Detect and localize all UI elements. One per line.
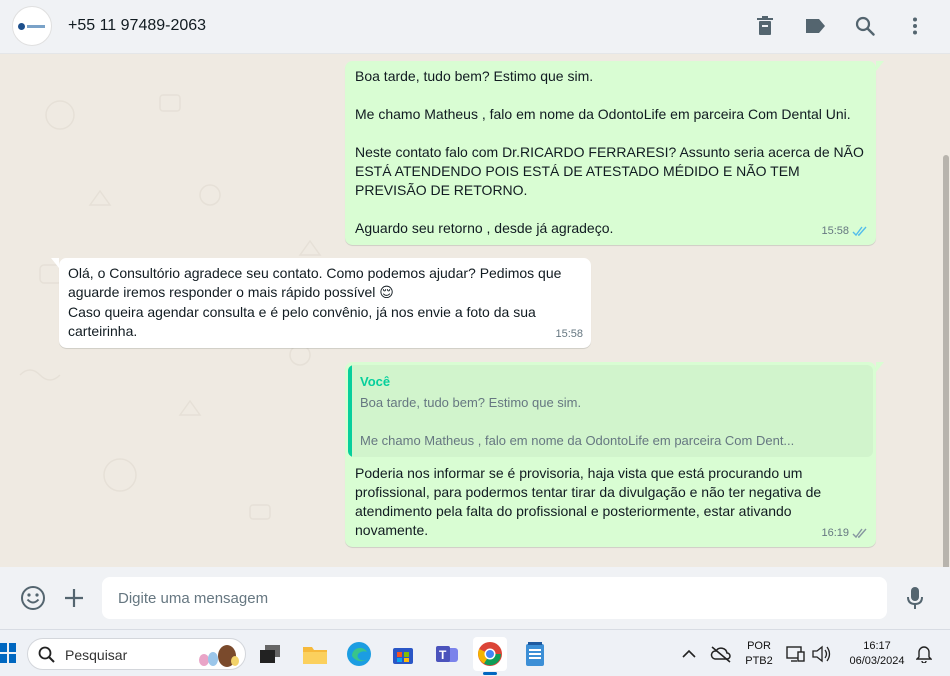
compose-bar — [0, 567, 950, 629]
search-icon[interactable] — [853, 14, 877, 38]
quote-accent-bar — [348, 365, 352, 457]
active-app-indicator — [483, 672, 497, 675]
quote-text: Boa tarde, tudo bem? Estimo que sim. Me … — [360, 395, 795, 448]
edge-browser-icon[interactable] — [342, 637, 376, 671]
message-input[interactable] — [102, 577, 887, 619]
cloud-offline-icon[interactable] — [708, 637, 734, 671]
double-check-delivered-icon — [852, 528, 868, 539]
message-meta: 15:58 — [555, 325, 583, 344]
contact-avatar[interactable] — [12, 6, 52, 46]
quoted-message[interactable]: Você Boa tarde, tudo bem? Estimo que sim… — [348, 365, 873, 457]
notepad-icon[interactable] — [518, 637, 552, 671]
notification-bell-icon[interactable] — [913, 637, 935, 671]
message-meta: 16:19 — [821, 524, 868, 543]
chat-header: +55 11 97489-2063 — [0, 0, 950, 54]
attach-plus-icon[interactable] — [60, 584, 88, 612]
system-clock[interactable]: 16:17 06/03/2024 — [842, 640, 912, 667]
double-check-read-icon — [852, 226, 868, 237]
easter-eggs-icon — [199, 645, 239, 667]
volume-icon[interactable] — [809, 637, 833, 671]
delete-icon[interactable] — [753, 14, 777, 38]
chat-area[interactable]: Boa tarde, tudo bem? Estimo que sim. Me … — [0, 55, 950, 567]
message-bubble-incoming[interactable]: Olá, o Consultório agradece seu contato.… — [51, 258, 591, 348]
message-meta: 15:58 — [821, 222, 868, 241]
message-time: 16:19 — [821, 527, 849, 539]
chat-scrollbar[interactable] — [943, 155, 949, 567]
message-bubble-outgoing-reply[interactable]: Você Boa tarde, tudo bem? Estimo que sim… — [345, 362, 884, 547]
task-view-icon[interactable] — [253, 637, 287, 671]
network-icon[interactable] — [784, 637, 808, 671]
chrome-icon[interactable] — [473, 637, 507, 671]
chevron-up-icon[interactable] — [678, 637, 700, 671]
emoji-icon[interactable] — [19, 584, 47, 612]
contact-name[interactable]: +55 11 97489-2063 — [68, 17, 206, 35]
microphone-icon[interactable] — [901, 584, 929, 612]
menu-icon[interactable] — [903, 14, 927, 38]
windows-taskbar: Pesquisar T POR PTB2 16:17 06/03/2024 — [0, 629, 950, 676]
message-text: Boa tarde, tudo bem? Estimo que sim. Me … — [355, 68, 864, 236]
relieved-face-emoji: 😌 — [379, 284, 394, 300]
taskbar-search-label: Pesquisar — [65, 647, 128, 663]
start-button[interactable] — [0, 643, 16, 663]
microsoft-store-icon[interactable] — [386, 637, 420, 671]
file-explorer-icon[interactable] — [298, 637, 332, 671]
search-icon — [38, 646, 55, 663]
bubble-tail — [876, 61, 884, 71]
language-indicator[interactable]: POR PTB2 — [742, 640, 776, 667]
svg-text:T: T — [439, 648, 447, 662]
bubble-tail — [51, 258, 59, 268]
message-text: Poderia nos informar se é provisoria, ha… — [355, 465, 826, 538]
message-time: 15:58 — [821, 225, 849, 237]
message-bubble-outgoing[interactable]: Boa tarde, tudo bem? Estimo que sim. Me … — [345, 61, 884, 245]
bubble-tail — [876, 362, 884, 372]
avatar-logo — [18, 22, 46, 30]
quote-author: Você — [360, 374, 391, 389]
message-time: 15:58 — [555, 328, 583, 340]
taskbar-search[interactable]: Pesquisar — [27, 638, 246, 670]
message-text: Olá, o Consultório agradece seu contato.… — [68, 265, 566, 300]
teams-icon[interactable]: T — [430, 637, 464, 671]
label-icon[interactable] — [803, 14, 827, 38]
message-text-line-2: Caso queira agendar consulta e é pelo co… — [68, 304, 540, 339]
